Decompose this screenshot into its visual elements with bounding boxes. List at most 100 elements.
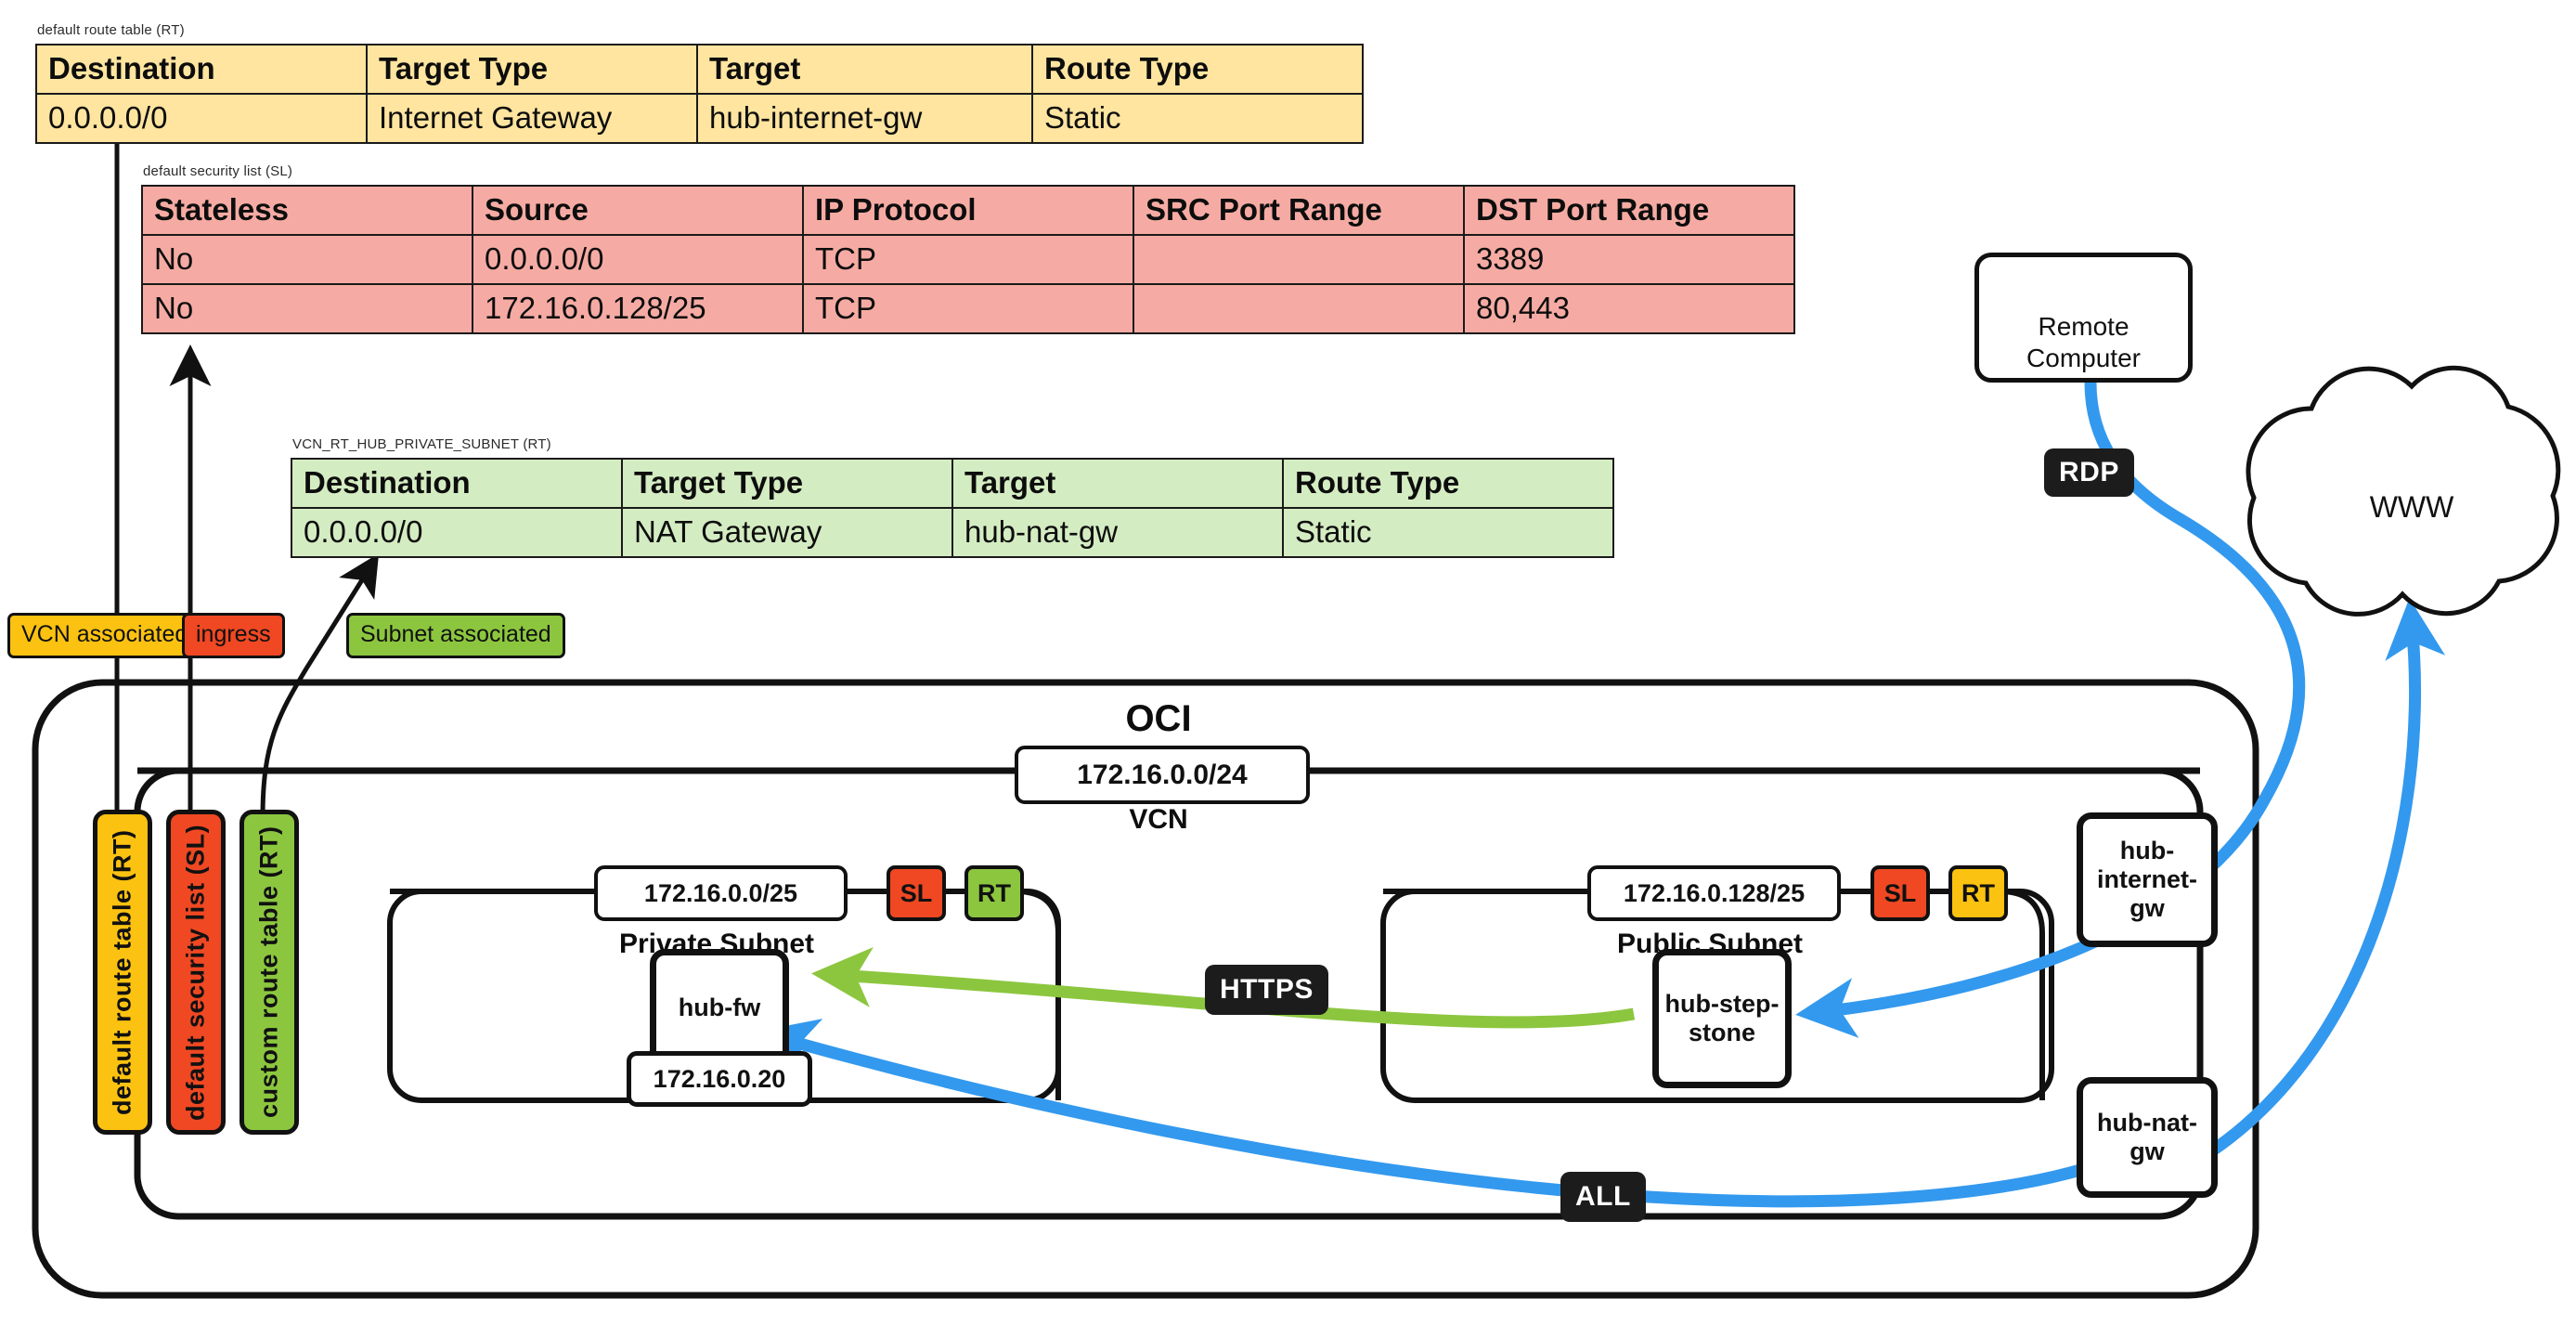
all-flow-arrow: [756, 1019, 2124, 1208]
pill-ingress: ingress: [182, 613, 285, 658]
hub-step-stone-label-line1: hub-step-: [1664, 989, 1780, 1018]
col-ip-protocol: IP Protocol: [802, 185, 1134, 236]
default-route-table-block: default route table (RT) Destination Tar…: [35, 22, 1364, 144]
pill-label: ingress: [196, 621, 271, 647]
oci-title-text: OCI: [1125, 698, 1192, 739]
col-route-type: Route Type: [1282, 458, 1614, 509]
hub-internet-gw-line1: hub-: [2119, 836, 2175, 864]
vcn-title: VCN: [1129, 804, 1187, 836]
table-row: 0.0.0.0/0 Internet Gateway hub-internet-…: [35, 92, 1364, 144]
rt-badge-label: RT: [1961, 878, 1995, 907]
rdp-chip-label: RDP: [2059, 457, 2119, 487]
col-target: Target: [951, 458, 1284, 509]
public-subnet-cidr-text: 172.16.0.128/25: [1623, 878, 1806, 907]
default-route-table-caption: default route table (RT): [37, 22, 185, 38]
cell-target-type: NAT Gateway: [621, 506, 953, 558]
sl-badge-label: SL: [900, 878, 933, 907]
col-target: Target: [696, 44, 1033, 95]
hub-nat-gw-node: hub-nat- gw: [2077, 1077, 2218, 1198]
side-tag-default-route-table: default route table (RT): [93, 810, 152, 1135]
public-subnet-cidr-chip: 172.16.0.128/25: [1587, 865, 1841, 921]
cell-destination: 0.0.0.0/0: [35, 92, 368, 144]
hub-nat-gw-line1: hub-nat-: [2097, 1108, 2197, 1137]
hub-fw-node: hub-fw: [650, 949, 789, 1068]
custom-route-table: Destination Target Type Target Route Typ…: [291, 458, 1614, 558]
col-target-type: Target Type: [621, 458, 953, 509]
rt-badge-private: RT: [964, 865, 1024, 921]
hub-step-stone-label-line2: stone: [1688, 1019, 1755, 1046]
all-chip: ALL: [1560, 1172, 1646, 1222]
remote-computer-line2: Computer: [2026, 343, 2141, 372]
rt-badge-public: RT: [1948, 865, 2008, 921]
https-chip-label: HTTPS: [1220, 974, 1314, 1005]
rt-hook-public: [2000, 889, 2045, 1100]
default-security-list-table: Stateless Source IP Protocol SRC Port Ra…: [141, 185, 1795, 334]
col-target-type: Target Type: [366, 44, 698, 95]
side-tag-default-security-list: default security list (SL): [166, 810, 226, 1135]
pill-label: VCN associated: [21, 621, 188, 647]
col-route-type: Route Type: [1031, 44, 1364, 95]
col-stateless: Stateless: [141, 185, 473, 236]
side-tag-label: default security list (SL): [181, 824, 210, 1121]
sl-badge-private: SL: [887, 865, 946, 921]
table-row: 0.0.0.0/0 NAT Gateway hub-nat-gw Static: [291, 506, 1614, 558]
col-destination: Destination: [35, 44, 368, 95]
default-security-list-caption: default security list (SL): [143, 163, 293, 179]
pill-vcn-associated: VCN associated: [7, 613, 202, 658]
table-header-row: Destination Target Type Target Route Typ…: [291, 458, 1614, 509]
hub-fw-ip-text: 172.16.0.20: [653, 1064, 786, 1093]
cell-src-port-range: [1133, 233, 1465, 285]
table-header-row: Stateless Source IP Protocol SRC Port Ra…: [141, 185, 1795, 236]
rt-badge-label: RT: [977, 878, 1011, 907]
hub-nat-gw-line2: gw: [2129, 1137, 2165, 1165]
hub-step-stone-node: hub-step- stone: [1652, 949, 1792, 1088]
cell-source: 0.0.0.0/0: [472, 233, 804, 285]
oci-title: OCI: [1125, 698, 1191, 740]
side-tag-label: custom route table (RT): [254, 825, 283, 1119]
custom-route-table-caption: VCN_RT_HUB_PRIVATE_SUBNET (RT): [292, 436, 551, 452]
cell-target: hub-nat-gw: [951, 506, 1284, 558]
cell-target-type: Internet Gateway: [366, 92, 698, 144]
pill-label: Subnet associated: [360, 621, 551, 647]
cell-ip-protocol: TCP: [802, 282, 1134, 334]
private-subnet-cidr-text: 172.16.0.0/25: [643, 878, 798, 907]
hub-fw-label: hub-fw: [678, 994, 761, 1022]
custom-route-table-block: VCN_RT_HUB_PRIVATE_SUBNET (RT) Destinati…: [291, 436, 1614, 558]
www-cloud-text: WWW: [2369, 490, 2454, 524]
https-chip: HTTPS: [1205, 965, 1328, 1015]
table-row: No 0.0.0.0/0 TCP 3389: [141, 233, 1795, 285]
leader-line-subnet-associated: [260, 552, 380, 818]
col-dst-port-range: DST Port Range: [1463, 185, 1795, 236]
vcn-title-text: VCN: [1129, 804, 1188, 835]
cell-stateless: No: [141, 282, 473, 334]
cell-route-type: Static: [1031, 92, 1364, 144]
hub-internet-gw-line3: gw: [2129, 894, 2165, 923]
cell-stateless: No: [141, 233, 473, 285]
remote-computer-line1: Remote: [2038, 312, 2129, 341]
www-cloud-label: WWW: [2370, 490, 2454, 525]
default-security-list-block: default security list (SL) Stateless Sou…: [141, 163, 1795, 334]
cell-route-type: Static: [1282, 506, 1614, 558]
all-chip-label: ALL: [1575, 1181, 1631, 1212]
sl-badge-public: SL: [1871, 865, 1930, 921]
hub-internet-gw-line2: internet-: [2097, 864, 2197, 893]
table-row: No 172.16.0.128/25 TCP 80,443: [141, 282, 1795, 334]
rdp-chip: RDP: [2044, 448, 2134, 497]
col-source: Source: [472, 185, 804, 236]
remote-computer-label: Remote Computer: [1979, 311, 2188, 373]
default-route-table: Destination Target Type Target Route Typ…: [35, 44, 1364, 144]
side-tag-label: default route table (RT): [108, 829, 136, 1115]
col-destination: Destination: [291, 458, 623, 509]
cell-dst-port-range: 3389: [1463, 233, 1795, 285]
cell-destination: 0.0.0.0/0: [291, 506, 623, 558]
sl-badge-label: SL: [1883, 878, 1917, 907]
private-subnet-cidr-chip: 172.16.0.0/25: [594, 865, 848, 921]
cell-src-port-range: [1133, 282, 1465, 334]
table-header-row: Destination Target Type Target Route Typ…: [35, 44, 1364, 95]
cell-source: 172.16.0.128/25: [472, 282, 804, 334]
side-tag-custom-route-table: custom route table (RT): [239, 810, 299, 1135]
remote-computer-box: Remote Computer: [1974, 253, 2193, 383]
vcn-cidr-chip: 172.16.0.0/24: [1015, 746, 1310, 804]
cell-target: hub-internet-gw: [696, 92, 1033, 144]
col-src-port-range: SRC Port Range: [1133, 185, 1465, 236]
